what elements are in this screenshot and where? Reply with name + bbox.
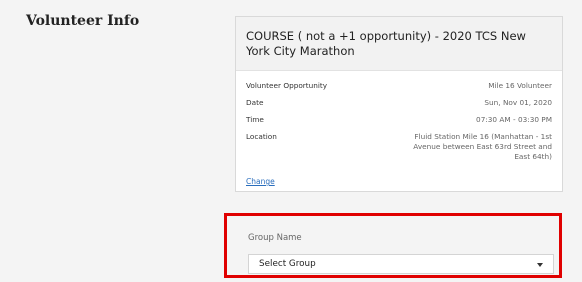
opportunity-card: COURSE ( not a +1 opportunity) - 2020 TC…	[235, 16, 563, 192]
opportunity-details: Volunteer Opportunity Mile 16 Volunteer …	[236, 71, 562, 186]
detail-value: Fluid Station Mile 16 (Manhattan - 1st A…	[413, 132, 552, 161]
group-select[interactable]: Select Group	[248, 254, 554, 274]
detail-label: Volunteer Opportunity	[246, 81, 328, 90]
change-link[interactable]: Change	[246, 177, 275, 186]
detail-row-opportunity: Volunteer Opportunity Mile 16 Volunteer	[246, 81, 552, 91]
detail-value: Mile 16 Volunteer	[488, 81, 552, 90]
section-title: Volunteer Info	[26, 13, 140, 29]
detail-value: Sun, Nov 01, 2020	[484, 98, 552, 107]
detail-row-time: Time 07:30 AM - 03:30 PM	[246, 115, 552, 125]
group-name-highlight: Group Name Select Group	[224, 213, 562, 278]
detail-row-date: Date Sun, Nov 01, 2020	[246, 98, 552, 108]
opportunity-title: COURSE ( not a +1 opportunity) - 2020 TC…	[236, 17, 562, 71]
detail-label: Time	[246, 115, 264, 124]
detail-label: Date	[246, 98, 264, 107]
group-name-label: Group Name	[248, 233, 302, 243]
caret-down-icon	[537, 263, 543, 267]
detail-value: 07:30 AM - 03:30 PM	[476, 115, 552, 124]
group-select-value: Select Group	[259, 259, 316, 269]
detail-label: Location	[246, 132, 277, 141]
detail-row-location: Location Fluid Station Mile 16 (Manhatta…	[246, 132, 552, 162]
